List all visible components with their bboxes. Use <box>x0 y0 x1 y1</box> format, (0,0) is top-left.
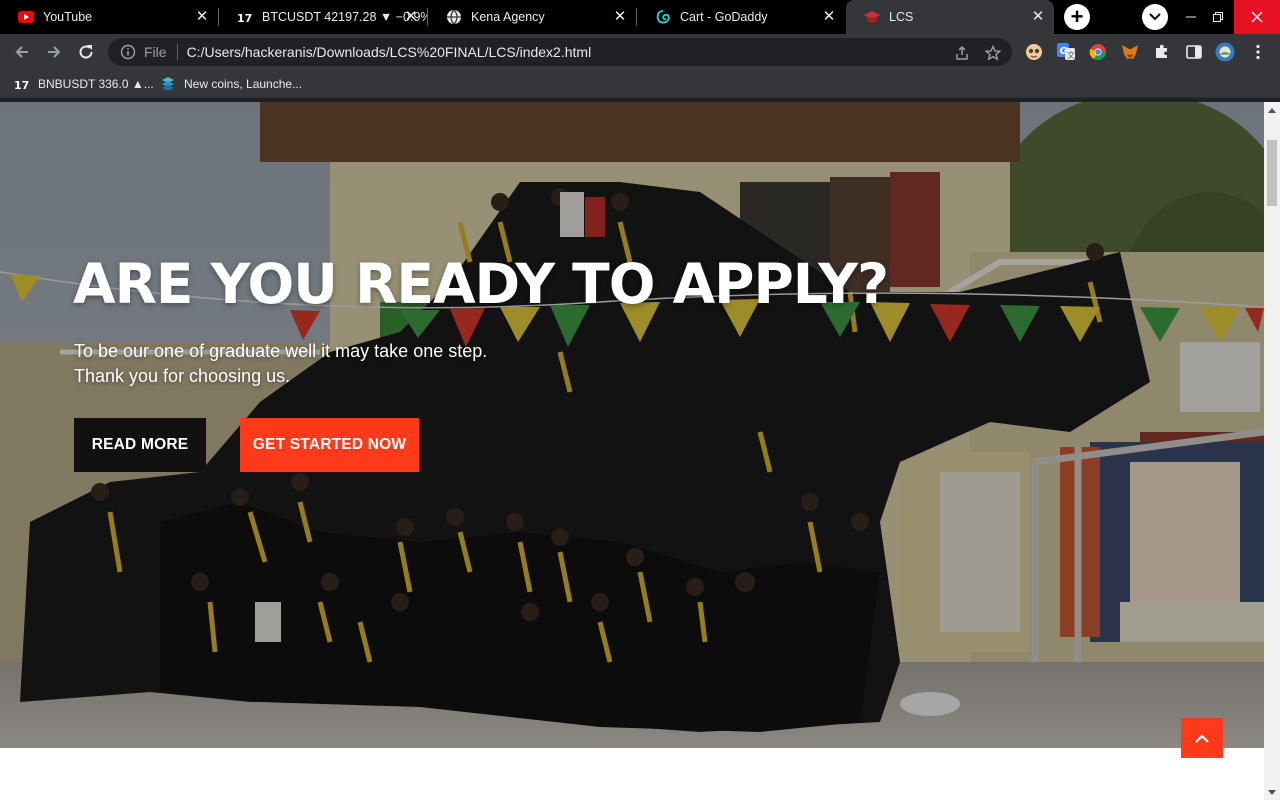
tab-youtube[interactable]: YouTube ✕ <box>0 0 218 34</box>
godaddy-icon <box>655 9 671 25</box>
divider <box>176 44 178 60</box>
hero-title: ARE YOU READY TO APPLY? <box>73 252 889 316</box>
metamask-fox-icon[interactable] <box>1120 42 1140 62</box>
back-to-top-button[interactable] <box>1181 718 1223 758</box>
side-panel-icon[interactable] <box>1184 42 1204 62</box>
bookmarks-bar: 17 BNBUSDT 336.0 ▲... New coins, Launche… <box>0 70 1280 98</box>
graduation-cap-icon <box>864 9 880 25</box>
tab-godaddy[interactable]: Cart - GoDaddy ✕ <box>637 0 845 34</box>
get-started-button[interactable]: GET STARTED NOW <box>240 418 419 472</box>
tab-lcs[interactable]: LCS ✕ <box>846 0 1054 34</box>
svg-text:17: 17 <box>237 12 252 23</box>
close-tab-icon[interactable]: ✕ <box>194 9 210 25</box>
close-tab-icon[interactable]: ✕ <box>1030 9 1046 25</box>
read-more-button[interactable]: READ MORE <box>74 418 206 472</box>
reload-icon <box>79 45 93 59</box>
hero-section: ARE YOU READY TO APPLY? To be our one of… <box>0 102 1264 748</box>
forward-button[interactable] <box>42 40 66 64</box>
chevron-down-icon <box>1149 13 1161 21</box>
bookmark-bnbusdt[interactable]: 17 BNBUSDT 336.0 ▲... <box>14 75 154 93</box>
back-button[interactable] <box>10 40 34 64</box>
google-translate-icon[interactable]: G文 <box>1056 42 1076 62</box>
coin-icon <box>160 76 176 92</box>
arrow-right-icon <box>48 46 61 58</box>
bookmark-label: New coins, Launche... <box>184 77 303 91</box>
bookmark-star-icon[interactable] <box>984 44 1002 62</box>
browser-menu-icon[interactable] <box>1248 42 1268 62</box>
arrow-left-icon <box>15 46 28 58</box>
svg-text:文: 文 <box>1067 50 1075 60</box>
url-text[interactable]: C:/Users/hackeranis/Downloads/LCS%20FINA… <box>187 44 592 60</box>
scroll-down-arrow-icon[interactable] <box>1264 784 1280 800</box>
close-tab-icon[interactable]: ✕ <box>821 9 837 25</box>
browser-toolbar: File C:/Users/hackeranis/Downloads/LCS%2… <box>0 34 1280 70</box>
new-tab-button[interactable]: + <box>1064 4 1090 30</box>
info-icon[interactable] <box>120 44 136 60</box>
restore-icon <box>1213 12 1223 22</box>
reload-button[interactable] <box>74 40 98 64</box>
close-window-button[interactable] <box>1234 0 1280 34</box>
hero-subtitle: To be our one of graduate well it may ta… <box>74 339 487 389</box>
tab-title: YouTube <box>43 10 93 24</box>
tab-search-button[interactable] <box>1142 4 1168 30</box>
tradingview-icon: 17 <box>14 76 30 92</box>
bookmark-new-coins[interactable]: New coins, Launche... <box>160 75 302 93</box>
chrome-extension-icon[interactable] <box>1088 42 1108 62</box>
svg-text:17: 17 <box>14 79 29 90</box>
hero-subtitle-line: To be our one of graduate well it may ta… <box>74 341 488 361</box>
scrollbar-thumb[interactable] <box>1267 140 1277 206</box>
youtube-icon <box>18 9 34 25</box>
address-bar[interactable]: File C:/Users/hackeranis/Downloads/LCS%2… <box>108 38 1012 66</box>
extensions-puzzle-icon[interactable] <box>1152 42 1172 62</box>
close-tab-icon[interactable]: ✕ <box>612 9 628 25</box>
tab-strip: YouTube ✕ 17 BTCUSDT 42197.28 ▼ −0.9% ✕ … <box>0 0 1280 34</box>
chevron-up-icon <box>1195 734 1209 743</box>
tab-btcusdt[interactable]: 17 BTCUSDT 42197.28 ▼ −0.9% ✕ <box>219 0 427 34</box>
share-icon[interactable] <box>953 44 971 62</box>
scheme-label: File <box>144 44 167 60</box>
close-tab-icon[interactable]: ✕ <box>403 9 419 25</box>
profile-avatar[interactable] <box>1215 42 1235 62</box>
bookmark-label: BNBUSDT 336.0 ▲... <box>38 77 154 91</box>
scroll-up-arrow-icon[interactable] <box>1264 102 1280 118</box>
extension-face-icon[interactable] <box>1024 42 1044 62</box>
globe-icon <box>446 9 462 25</box>
page-scrollbar[interactable] <box>1264 102 1280 800</box>
page-viewport: ARE YOU READY TO APPLY? To be our one of… <box>0 102 1280 800</box>
hero-subtitle-line: Thank you for choosing us. <box>74 366 291 386</box>
close-icon <box>1251 11 1263 23</box>
tradingview-icon: 17 <box>237 9 253 25</box>
tab-kena-agency[interactable]: Kena Agency ✕ <box>428 0 636 34</box>
